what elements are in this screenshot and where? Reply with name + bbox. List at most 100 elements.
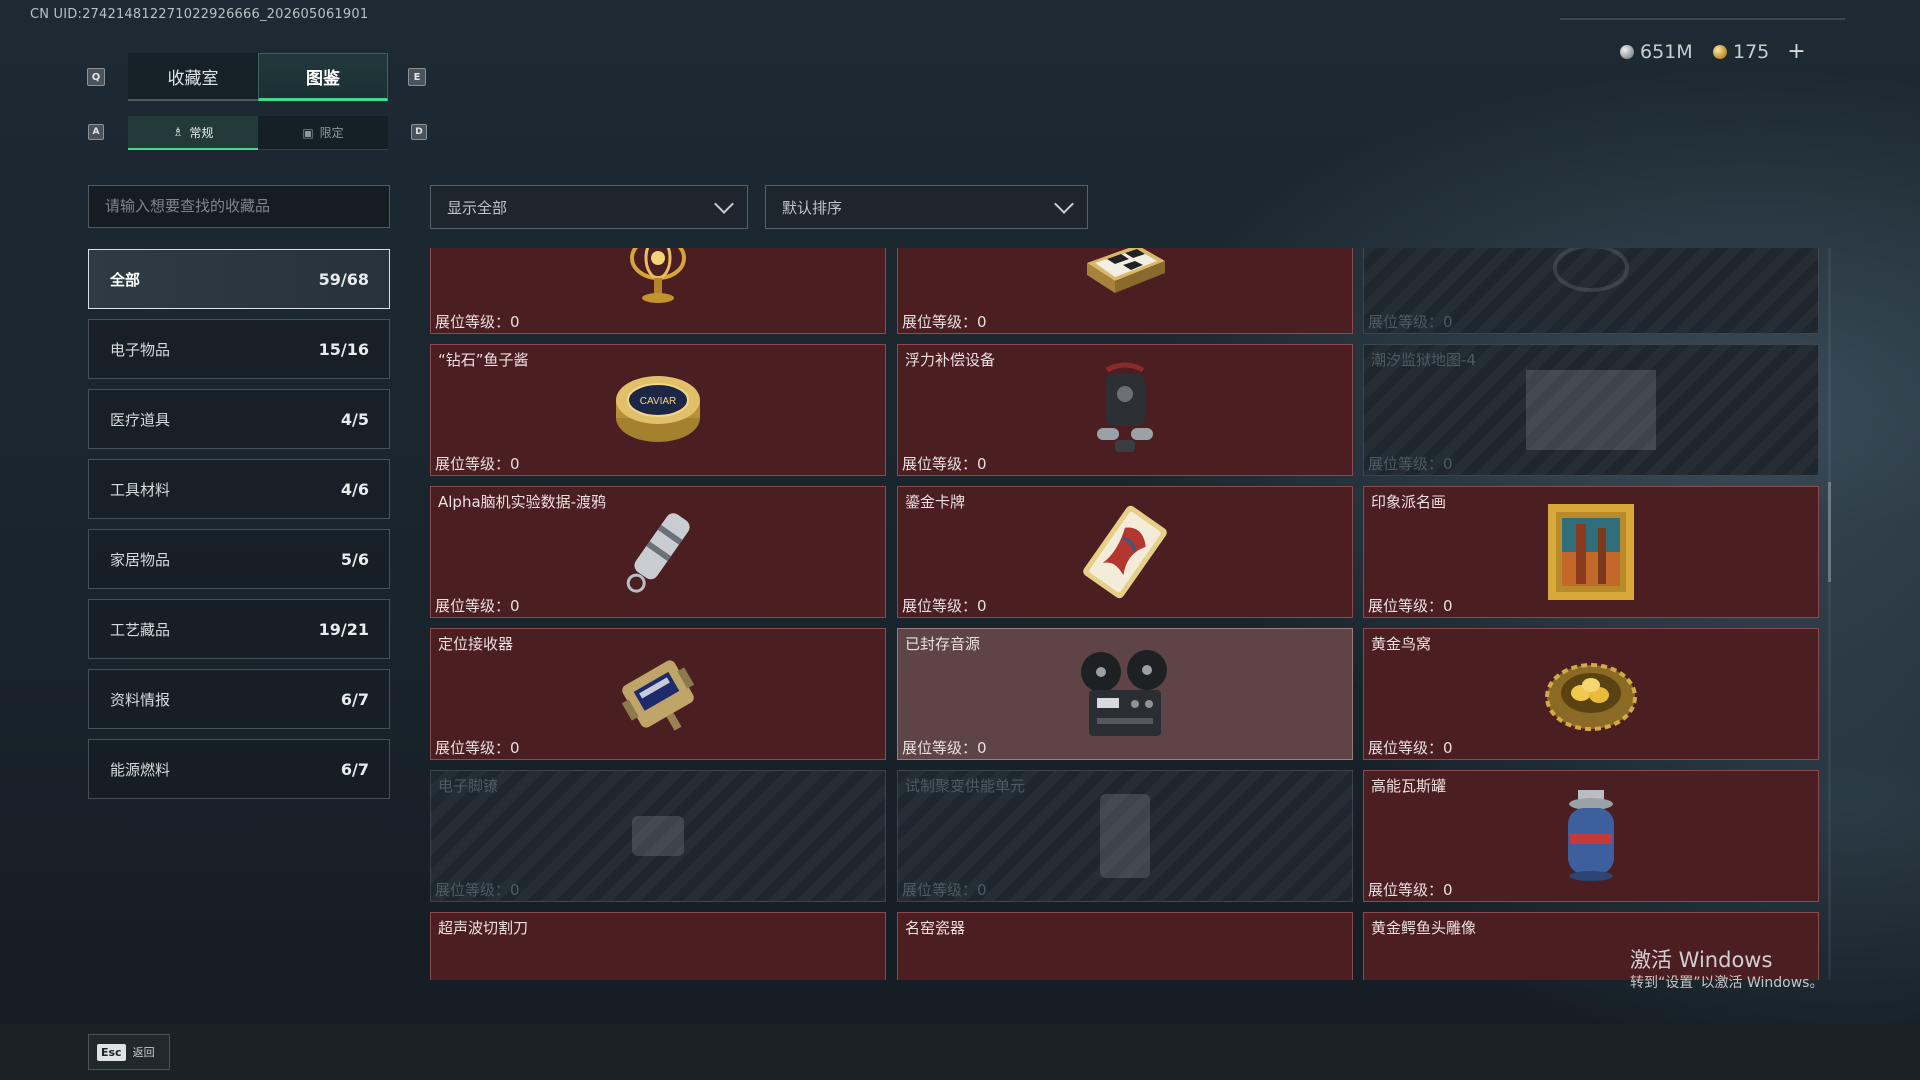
showcase-level: 展位等级：0 <box>1368 597 1453 615</box>
item-name: 高能瓦斯罐 <box>1371 777 1447 795</box>
item-name: 超声波切割刀 <box>438 919 529 937</box>
sub-tabs: ♗ 常规 ▣ 限定 <box>128 116 388 150</box>
item-name: 定位接收器 <box>438 635 514 653</box>
category-intel[interactable]: 资料情报 6/7 <box>88 669 390 729</box>
category-count: 4/5 <box>340 409 369 429</box>
showcase-level: 展位等级：0 <box>1368 455 1453 473</box>
collection-grid: 展位等级：0 展位等级：0 展位等级：0 “钻石”鱼子酱 CAVIAR 展位等级… <box>430 248 1830 980</box>
ornament-icon <box>1553 248 1629 292</box>
category-medical[interactable]: 医疗道具 4/5 <box>88 389 390 449</box>
subtab-regular[interactable]: ♗ 常规 <box>128 116 258 150</box>
grid-scrollbar-thumb[interactable] <box>1828 482 1831 582</box>
gps-receiver-icon <box>621 660 695 731</box>
item-name: 鎏金卡牌 <box>905 493 966 511</box>
tab-collection-room[interactable]: 收藏室 <box>128 53 258 101</box>
gold-currency: 175 + <box>1713 40 1806 64</box>
silver-amount: 651M <box>1640 41 1693 63</box>
image-icon: ▣ <box>302 125 314 140</box>
gilded-card-icon <box>1083 505 1167 599</box>
category-all[interactable]: 全部 59/68 <box>88 249 390 309</box>
back-label: 返回 <box>132 1046 155 1059</box>
silver-currency: 651M <box>1620 40 1693 64</box>
item-name: 黄金鳄鱼头雕像 <box>1371 919 1477 937</box>
item-name: 名窑瓷器 <box>905 919 966 937</box>
item-name: Alpha脑机实验数据-渡鸦 <box>438 493 607 511</box>
collection-item-card[interactable]: 试制聚变供能单元 展位等级：0 <box>897 770 1353 902</box>
gold-amount: 175 <box>1733 41 1770 63</box>
collection-item-card[interactable]: “钻石”鱼子酱 CAVIAR 展位等级：0 <box>430 344 886 476</box>
back-button[interactable]: Esc 返回 <box>88 1034 170 1070</box>
showcase-level: 展位等级：0 <box>902 313 987 331</box>
silver-coin-icon <box>1620 45 1634 59</box>
showcase-level: 展位等级：0 <box>435 313 520 331</box>
collection-item-card[interactable]: 展位等级：0 <box>1363 248 1819 334</box>
display-filter-dropdown[interactable]: 显示全部 <box>430 185 748 229</box>
sort-dropdown[interactable]: 默认排序 <box>765 185 1088 229</box>
activation-watermark-text: 转到“设置”以激活 Windows。 <box>1630 975 1824 991</box>
framed-painting-icon <box>1548 504 1634 600</box>
subtab-limited-label: 限定 <box>319 126 344 140</box>
category-crafts[interactable]: 工艺藏品 19/21 <box>88 599 390 659</box>
collection-item-card[interactable]: 展位等级：0 <box>430 248 886 334</box>
diving-bcd-icon <box>1097 362 1153 452</box>
category-count: 4/6 <box>340 479 369 499</box>
showcase-level: 展位等级：0 <box>435 739 520 757</box>
search-input[interactable] <box>88 185 390 228</box>
gas-canister-icon <box>1568 790 1614 881</box>
chevron-down-icon <box>1054 194 1074 214</box>
golden-nest-icon <box>1545 663 1637 731</box>
main-tabs: 收藏室 图鉴 <box>128 53 388 101</box>
item-name: 已封存音源 <box>905 635 981 653</box>
category-tools[interactable]: 工具材料 4/6 <box>88 459 390 519</box>
category-count: 6/7 <box>340 689 369 709</box>
collection-item-card[interactable]: 黄金鸟窝 展位等级：0 <box>1363 628 1819 760</box>
showcase-level: 展位等级：0 <box>1368 313 1453 331</box>
svg-text:CAVIAR: CAVIAR <box>640 396 677 407</box>
collection-item-card[interactable]: 潮汐监狱地图-4 展位等级：0 <box>1363 344 1819 476</box>
collection-item-card[interactable]: 浮力补偿设备 展位等级：0 <box>897 344 1353 476</box>
showcase-level: 展位等级：0 <box>435 455 520 473</box>
category-electronics[interactable]: 电子物品 15/16 <box>88 319 390 379</box>
data-drive-icon <box>626 513 690 593</box>
subtab-limited[interactable]: ▣ 限定 <box>258 116 388 150</box>
collection-item-card[interactable]: 已封存音源 展位等级：0 <box>897 628 1353 760</box>
category-count: 19/21 <box>318 619 369 639</box>
gold-coin-icon <box>1713 45 1727 59</box>
caviar-tin-icon: CAVIAR <box>616 376 700 442</box>
category-label: 工具材料 <box>110 480 171 499</box>
showcase-level: 展位等级：0 <box>435 597 520 615</box>
collection-item-card[interactable]: 高能瓦斯罐 展位等级：0 <box>1363 770 1819 902</box>
collection-item-card[interactable]: 定位接收器 展位等级：0 <box>430 628 886 760</box>
category-energy[interactable]: 能源燃料 6/7 <box>88 739 390 799</box>
collection-item-card[interactable]: 超声波切割刀 展位等级：0 <box>430 912 886 980</box>
figure-icon: ♗ <box>172 125 184 139</box>
collection-item-card[interactable]: Alpha脑机实验数据-渡鸦 展位等级：0 <box>430 486 886 618</box>
jewel-chess-box-icon <box>1087 248 1165 293</box>
tab-catalog[interactable]: 图鉴 <box>258 53 388 101</box>
sort-value: 默认排序 <box>782 198 843 217</box>
category-label: 医疗道具 <box>110 410 171 429</box>
activation-watermark-title: 激活 Windows <box>1630 948 1773 972</box>
subtab-regular-label: 常规 <box>189 125 214 140</box>
collection-item-card[interactable]: 名窑瓷器 展位等级：0 <box>897 912 1353 980</box>
add-currency-button[interactable]: + <box>1787 41 1805 63</box>
item-name: 黄金鸟窝 <box>1371 635 1432 653</box>
category-label: 能源燃料 <box>110 760 171 779</box>
category-label: 工艺藏品 <box>110 620 171 639</box>
reel-recorder-icon <box>1081 650 1167 736</box>
category-label: 资料情报 <box>110 690 171 709</box>
grid-scroll-track[interactable] <box>1828 248 1831 980</box>
map-icon <box>1526 370 1656 450</box>
category-count: 59/68 <box>318 269 369 289</box>
collection-item-card[interactable]: 展位等级：0 <box>897 248 1353 334</box>
item-name: “钻石”鱼子酱 <box>438 351 529 369</box>
item-name: 潮汐监狱地图-4 <box>1371 351 1476 369</box>
showcase-level: 展位等级：0 <box>902 597 987 615</box>
gold-armillary-icon <box>630 248 686 303</box>
ankle-monitor-icon <box>632 816 684 856</box>
collection-item-card[interactable]: 电子脚镣 展位等级：0 <box>430 770 886 902</box>
collection-item-card[interactable]: 印象派名画 展位等级：0 <box>1363 486 1819 618</box>
collection-item-card[interactable]: 鎏金卡牌 展位等级：0 <box>897 486 1353 618</box>
showcase-level: 展位等级：0 <box>902 739 987 757</box>
category-household[interactable]: 家居物品 5/6 <box>88 529 390 589</box>
